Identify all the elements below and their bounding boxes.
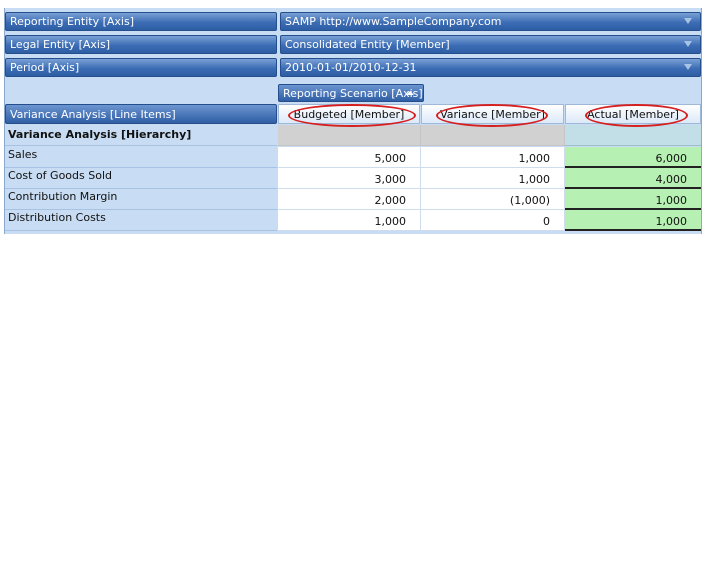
line-items-header[interactable]: Variance Analysis [Line Items] (5, 104, 277, 124)
hierarchy-row: Variance Analysis [Hierarchy] (5, 125, 701, 146)
column-header-variance[interactable]: Variance [Member] (421, 104, 564, 124)
hierarchy-cell-variance (421, 125, 565, 146)
filter-row-period: Period [Axis] 2010-01-01/2010-12-31 (5, 58, 701, 77)
filter-label-period[interactable]: Period [Axis] (5, 58, 277, 77)
cell-variance[interactable]: (1,000) (421, 189, 565, 210)
table-row: Distribution Costs 1,000 0 1,000 (5, 210, 701, 231)
pivot-grid: Reporting Entity [Axis] SAMP http://www.… (4, 8, 702, 234)
filter-funnel-icon[interactable] (684, 41, 692, 47)
cell-variance[interactable]: 1,000 (421, 147, 565, 168)
filter-value-text: SAMP http://www.SampleCompany.com (285, 15, 502, 28)
filter-label-legal-entity[interactable]: Legal Entity [Axis] (5, 35, 277, 54)
caret-up-icon[interactable] (406, 91, 414, 95)
filter-label-reporting-entity[interactable]: Reporting Entity [Axis] (5, 12, 277, 31)
hierarchy-cell-actual (565, 125, 701, 146)
cell-actual[interactable]: 1,000 (565, 210, 701, 231)
cell-variance[interactable]: 1,000 (421, 168, 565, 189)
filter-funnel-icon[interactable] (684, 18, 692, 24)
filter-funnel-icon[interactable] (684, 64, 692, 70)
table-row: Sales 5,000 1,000 6,000 (5, 147, 701, 168)
cell-actual[interactable]: 1,000 (565, 189, 701, 210)
hierarchy-cell-budgeted (278, 125, 421, 146)
row-label: Sales (5, 147, 277, 168)
filter-row-legal-entity: Legal Entity [Axis] Consolidated Entity … (5, 35, 701, 54)
filter-row-reporting-entity: Reporting Entity [Axis] SAMP http://www.… (5, 12, 701, 31)
scenario-axis-label: Reporting Scenario [Axis] (283, 87, 423, 100)
filter-value-text: 2010-01-01/2010-12-31 (285, 61, 417, 74)
cell-budgeted[interactable]: 1,000 (278, 210, 421, 231)
cell-variance[interactable]: 0 (421, 210, 565, 231)
filter-value-legal-entity[interactable]: Consolidated Entity [Member] (280, 35, 701, 54)
table-row: Cost of Goods Sold 3,000 1,000 4,000 (5, 168, 701, 189)
row-label: Cost of Goods Sold (5, 168, 277, 189)
cell-budgeted[interactable]: 2,000 (278, 189, 421, 210)
reporting-scenario-axis-button[interactable]: Reporting Scenario [Axis] (278, 84, 424, 102)
cell-budgeted[interactable]: 3,000 (278, 168, 421, 189)
filter-value-reporting-entity[interactable]: SAMP http://www.SampleCompany.com (280, 12, 701, 31)
filter-value-period[interactable]: 2010-01-01/2010-12-31 (280, 58, 701, 77)
table-row: Contribution Margin 2,000 (1,000) 1,000 (5, 189, 701, 210)
row-label: Contribution Margin (5, 189, 277, 210)
filter-value-text: Consolidated Entity [Member] (285, 38, 450, 51)
cell-actual[interactable]: 6,000 (565, 147, 701, 168)
row-label: Distribution Costs (5, 210, 277, 231)
hierarchy-label: Variance Analysis [Hierarchy] (5, 125, 277, 146)
cell-actual[interactable]: 4,000 (565, 168, 701, 189)
column-header-actual[interactable]: Actual [Member] (565, 104, 701, 124)
cell-budgeted[interactable]: 5,000 (278, 147, 421, 168)
column-header-budgeted[interactable]: Budgeted [Member] (278, 104, 420, 124)
